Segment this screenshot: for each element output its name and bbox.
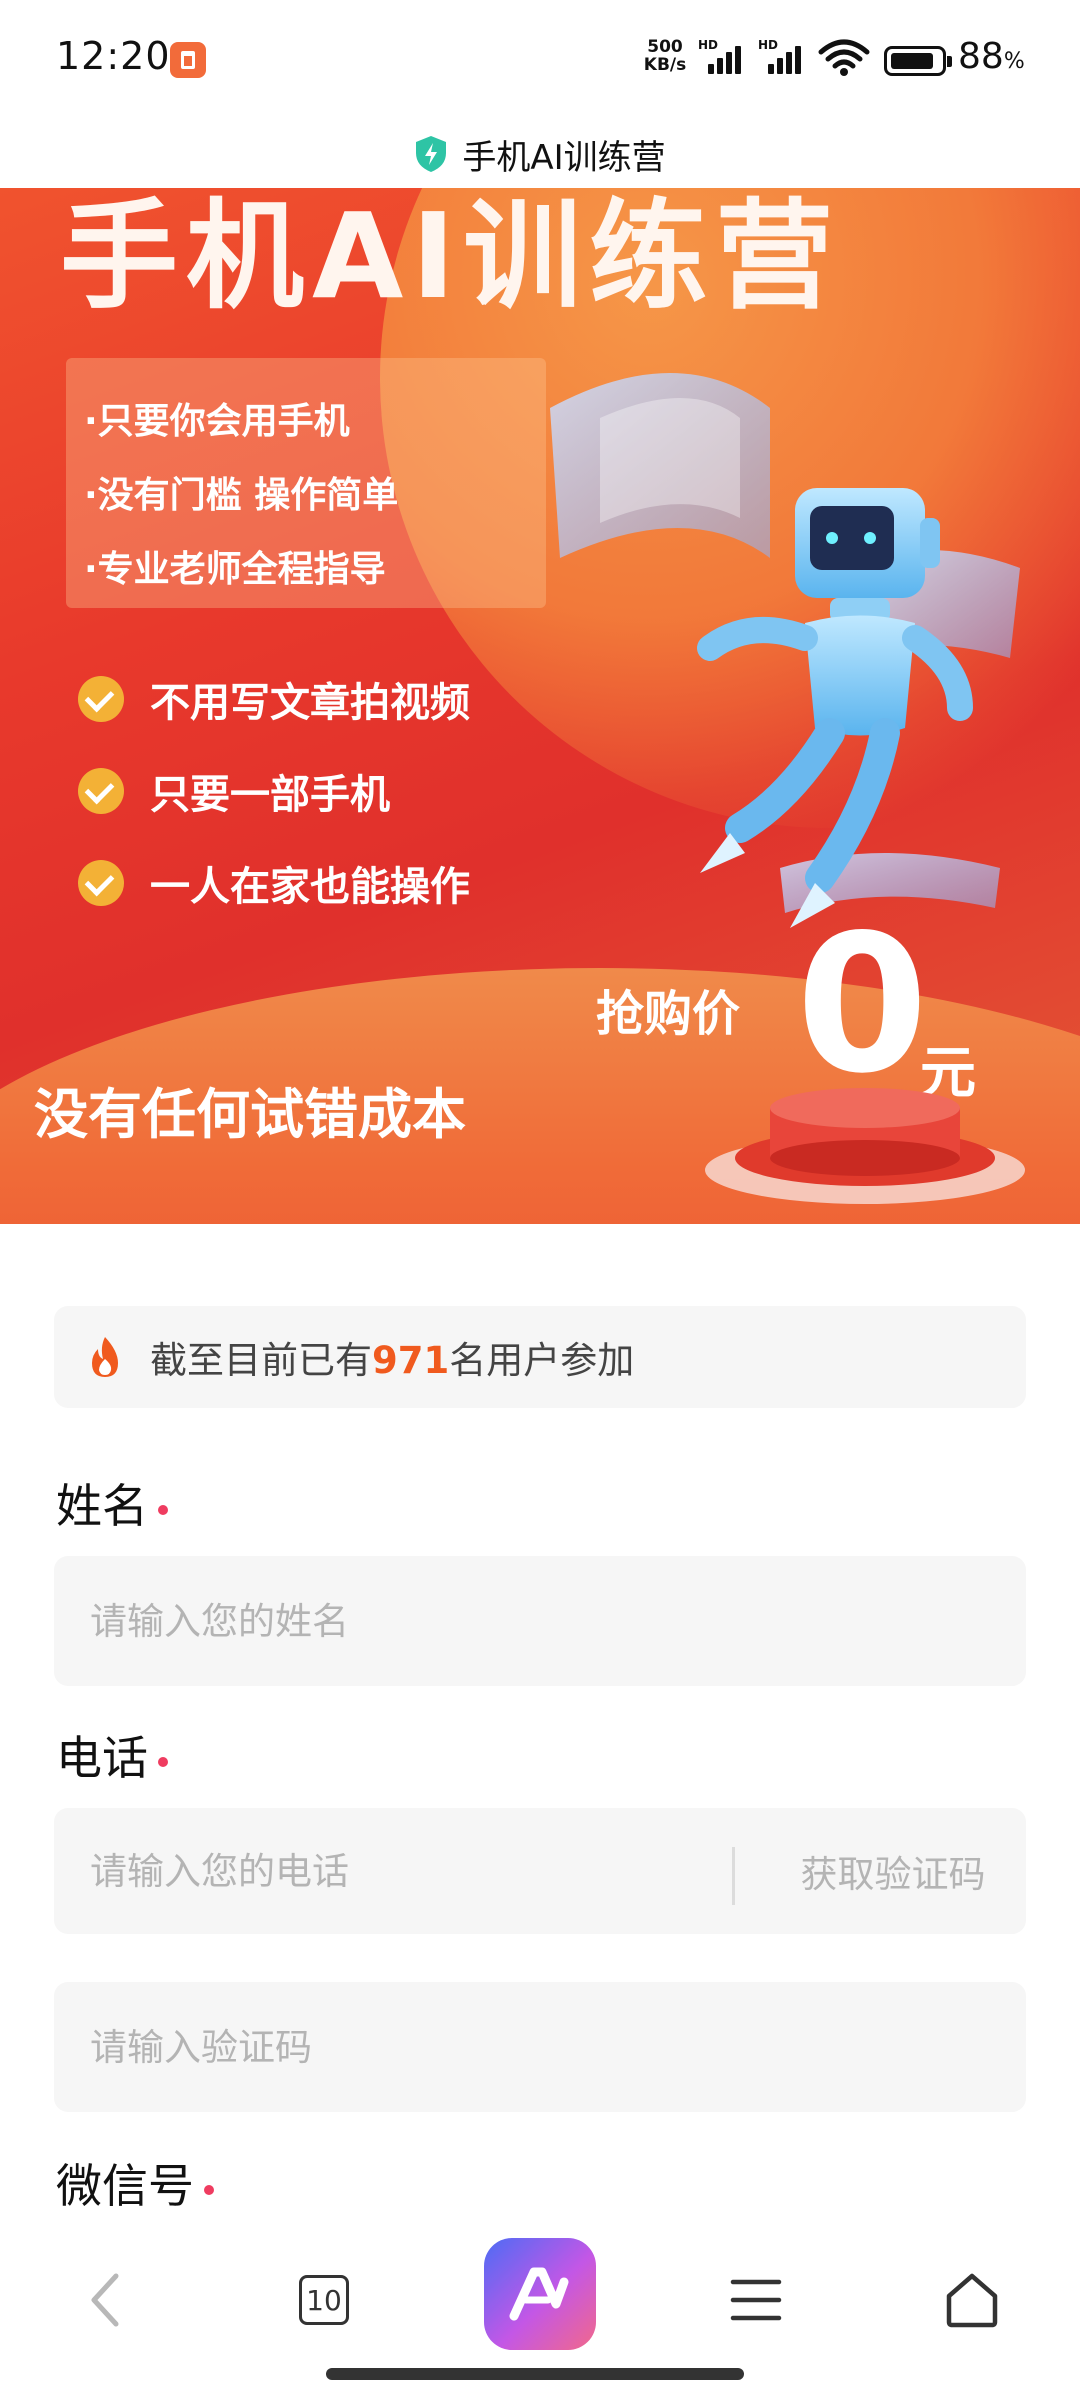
network-speed: 500 KB/s: [640, 38, 690, 74]
input-divider: [732, 1847, 735, 1905]
sim2-hd-label: HD: [758, 38, 779, 52]
banner-bullet: ·专业老师全程指导: [84, 549, 386, 590]
clock: 12:20: [56, 34, 171, 78]
home-button[interactable]: [912, 2240, 1032, 2360]
battery-percent: 88%: [958, 36, 1025, 77]
banner-bullet: ·只要你会用手机: [84, 401, 350, 442]
back-button[interactable]: [46, 2240, 166, 2360]
battery-icon: [884, 46, 952, 76]
phone-field-label: 电话: [56, 1722, 168, 1788]
verification-code-input[interactable]: [54, 1982, 1026, 2112]
price-label: 抢购价: [596, 986, 741, 1042]
page-header: 手机AI训练营: [0, 120, 1080, 188]
participants-count: 971: [372, 1339, 450, 1382]
check-icon: [78, 860, 124, 906]
wechat-field-label: 微信号: [56, 2150, 214, 2216]
network-speed-value: 500: [647, 37, 683, 57]
name-field-label: 姓名: [56, 1470, 168, 1536]
menu-icon: [730, 2279, 782, 2321]
signal-sim1-icon: HD: [698, 38, 758, 76]
shield-bolt-icon: [416, 136, 447, 172]
banner-check-item: 一人在家也能操作: [78, 854, 470, 912]
required-indicator: [158, 1756, 168, 1767]
price-value: 0: [796, 894, 929, 1115]
banner-tagline: 没有任何试错成本: [34, 1083, 466, 1146]
wifi-icon: [818, 39, 870, 76]
participants-suffix: 名用户参加: [449, 1339, 635, 1382]
tabs-count-icon: 10: [299, 2275, 349, 2325]
battery-fill: [891, 53, 934, 69]
banner-check-item: 只要一部手机: [78, 762, 390, 820]
check-icon: [78, 676, 124, 722]
phone-label-text: 电话: [56, 1731, 148, 1785]
promo-banner: 手机AI训练营 ·只要你会用手机 ·没有门槛 操作简单 ·专业老师全程指导 不用…: [0, 188, 1080, 1224]
page-title: 手机AI训练营: [462, 137, 666, 178]
banner-check-text: 只要一部手机: [150, 772, 390, 818]
banner-bullet: ·没有门槛 操作简单: [84, 475, 399, 516]
robot-illustration: [550, 373, 1020, 928]
banner-headline: 手机AI训练营: [60, 188, 842, 325]
ai-assistant-button[interactable]: [484, 2238, 596, 2350]
banner-check-text: 不用写文章拍视频: [150, 680, 470, 726]
participants-prefix: 截至目前已有: [150, 1339, 372, 1382]
ai-assistant-icon: [509, 2267, 569, 2321]
get-verification-code-button[interactable]: 获取验证码: [760, 1808, 1026, 1934]
sim1-hd-label: HD: [698, 38, 719, 52]
participants-text: 截至目前已有971名用户参加: [150, 1330, 634, 1384]
notification-app-icon: [170, 42, 206, 78]
gesture-home-indicator[interactable]: [326, 2368, 744, 2380]
tabs-count: 10: [306, 2283, 342, 2317]
home-icon: [946, 2273, 998, 2328]
banner-check-text: 一人在家也能操作: [150, 864, 470, 910]
flame-icon: [92, 1337, 118, 1377]
wechat-label-text: 微信号: [56, 2159, 194, 2213]
battery-percent-unit: %: [1003, 49, 1025, 74]
signal-sim2-icon: HD: [758, 38, 818, 76]
tabs-button[interactable]: 10: [264, 2240, 384, 2360]
required-indicator: [158, 1504, 168, 1515]
participants-notice: 截至目前已有971名用户参加: [54, 1306, 1026, 1408]
network-speed-unit: KB/s: [643, 55, 687, 75]
menu-button[interactable]: [696, 2240, 816, 2360]
banner-check-item: 不用写文章拍视频: [78, 670, 470, 728]
chevron-left-icon: [91, 2273, 119, 2327]
name-input[interactable]: [54, 1556, 1026, 1686]
name-label-text: 姓名: [56, 1479, 148, 1533]
check-icon: [78, 768, 124, 814]
podium-illustration: [705, 1088, 1025, 1204]
battery-percent-value: 88: [958, 36, 1004, 77]
required-indicator: [204, 2184, 214, 2195]
status-bar: 12:20 500 KB/s HD HD 88%: [0, 0, 1080, 120]
